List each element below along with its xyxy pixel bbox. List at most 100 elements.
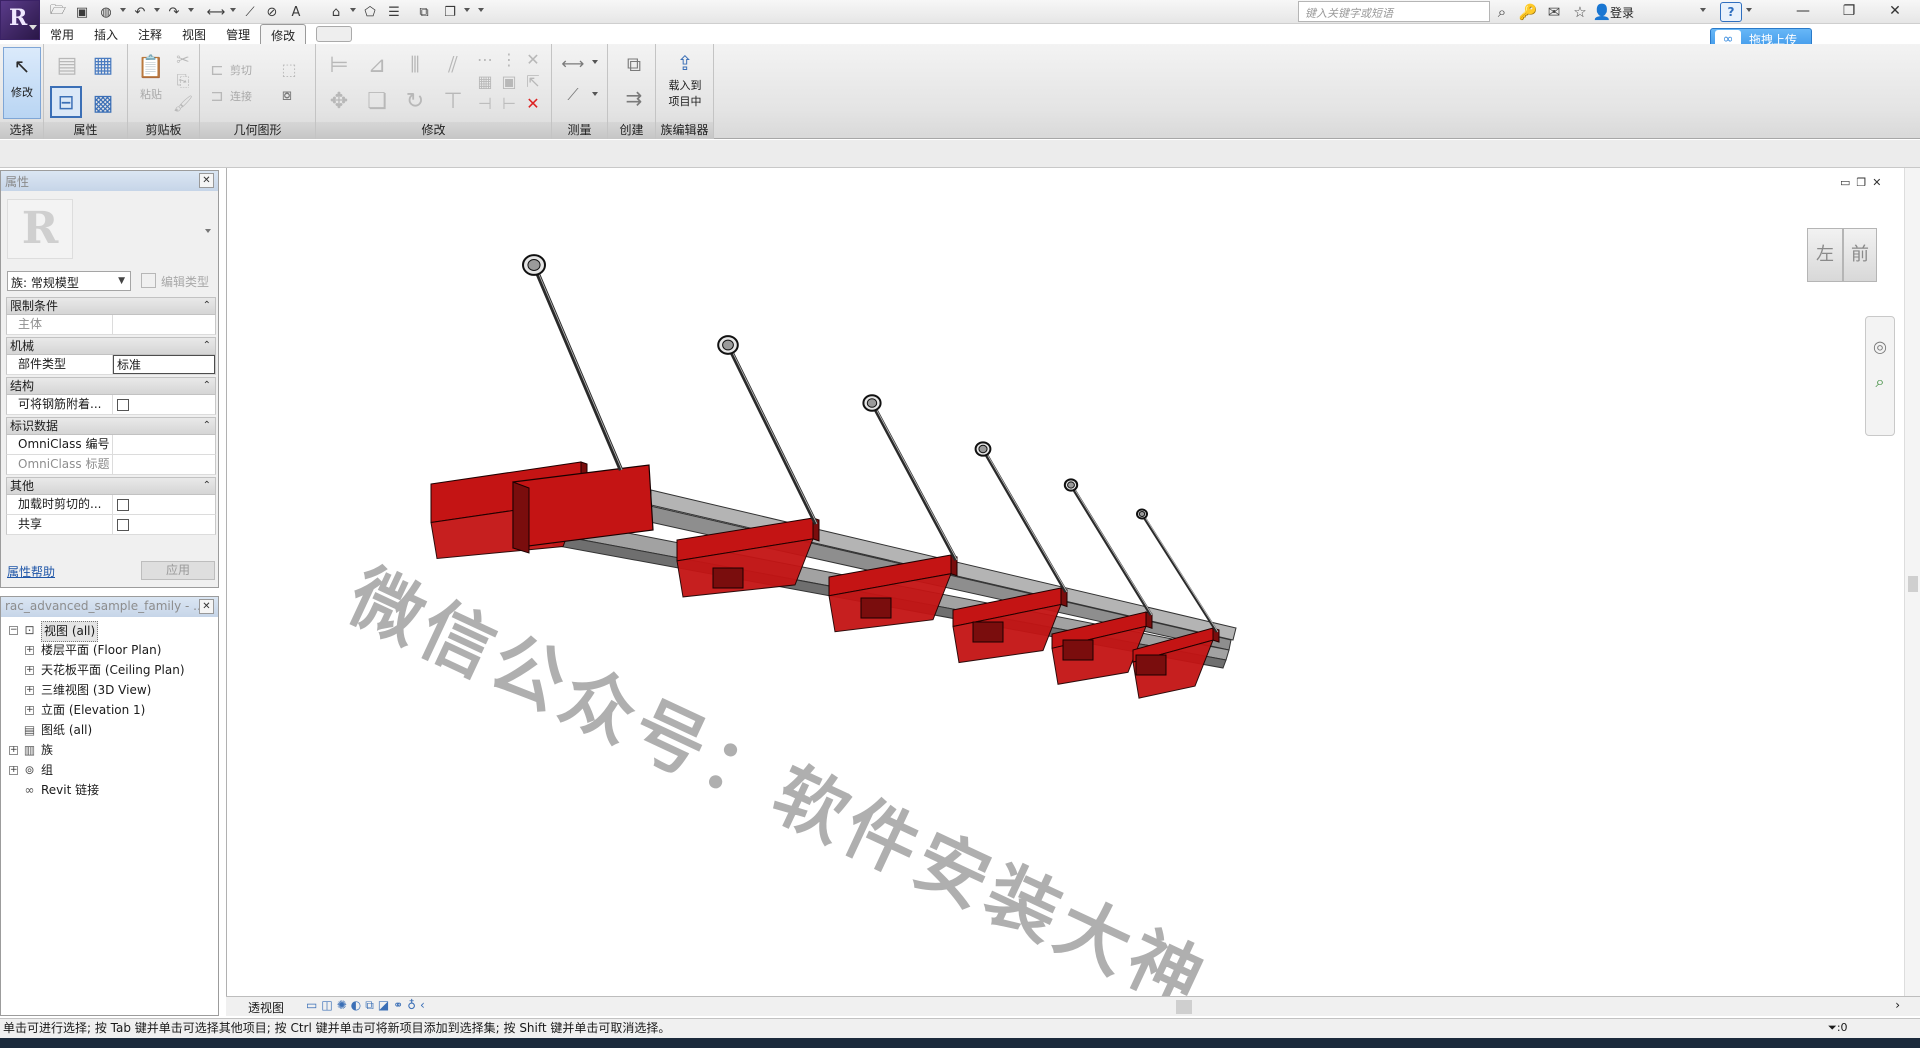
rotate-icon[interactable]: ↻: [400, 86, 430, 116]
chevron-down-icon[interactable]: [154, 8, 160, 12]
scroll-right-icon[interactable]: ›: [1895, 998, 1900, 1012]
cut-with-voids-checkbox[interactable]: [117, 499, 129, 511]
cut-geometry-icon[interactable]: ⊏: [206, 58, 228, 80]
close-icon[interactable]: ✕: [199, 173, 214, 188]
help-icon[interactable]: ?: [1720, 2, 1742, 22]
favorites-icon[interactable]: ☆: [1570, 2, 1590, 22]
modify-button[interactable]: ↖ 修改: [3, 47, 41, 119]
split-gap-icon[interactable]: ⋮: [498, 48, 520, 70]
user-icon[interactable]: 👤: [1592, 2, 1612, 22]
chevron-down-icon[interactable]: [592, 60, 598, 64]
scale-icon[interactable]: ▣: [498, 70, 520, 92]
customize-icon[interactable]: [478, 8, 484, 12]
group-header[interactable]: 机械 ⌃: [6, 337, 216, 355]
apply-button[interactable]: 应用: [141, 561, 215, 580]
properties-help-link[interactable]: 属性帮助: [7, 563, 55, 580]
delete-icon[interactable]: ✕: [522, 92, 544, 114]
collapse-icon[interactable]: ⌃: [203, 478, 211, 494]
tab-insert[interactable]: 插入: [84, 24, 128, 44]
selection-filter[interactable]: ⏷:0: [1828, 1019, 1848, 1037]
copy-element-icon[interactable]: ❏: [362, 86, 392, 116]
undo-icon[interactable]: ↶: [130, 2, 150, 22]
wall-joins-icon[interactable]: ⬚: [278, 58, 300, 80]
dimension-icon[interactable]: ⟋: [240, 2, 260, 22]
view-control-icons[interactable]: ▭◫✺◐⧉◪⚭♁‹: [306, 998, 429, 1013]
subscription-icon[interactable]: 🔑: [1518, 2, 1538, 22]
align-icon[interactable]: ⊨: [324, 50, 354, 80]
expand-icon[interactable]: +: [25, 686, 34, 695]
split-face-icon[interactable]: ⧇: [276, 84, 298, 106]
split-element-icon[interactable]: ⋯: [474, 48, 496, 70]
chevron-down-icon[interactable]: [120, 8, 126, 12]
chevron-down-icon[interactable]: [592, 92, 598, 96]
viewcube[interactable]: 左 前: [1807, 226, 1879, 286]
pin-icon[interactable]: ⇱: [522, 70, 544, 92]
collapse-icon[interactable]: ⌃: [203, 338, 211, 354]
type-preview-image[interactable]: R: [7, 199, 73, 259]
drawing-area[interactable]: ▭❐✕ 微信公众号：软件安装大神 左 前 ◎ ⌕: [226, 168, 1920, 1025]
vertical-scrollbar[interactable]: [1904, 168, 1920, 996]
steering-wheel-icon[interactable]: ◎: [1869, 335, 1891, 357]
redo-icon[interactable]: ↷: [164, 2, 184, 22]
mirror-axis-icon[interactable]: ⫴: [400, 50, 430, 80]
trim-extend-icon[interactable]: ⊤: [438, 86, 468, 116]
3d-view-icon[interactable]: ⌂: [326, 2, 346, 22]
tab-home[interactable]: 常用: [40, 24, 84, 44]
family-types-icon[interactable]: ▤: [52, 50, 82, 80]
horizontal-scroll-thumb[interactable]: [1176, 1000, 1192, 1014]
shared-checkbox[interactable]: [117, 519, 129, 531]
tab-modify[interactable]: 修改: [260, 24, 307, 44]
text-icon[interactable]: A: [286, 2, 306, 22]
viewcube-front-face[interactable]: 前: [1843, 228, 1877, 282]
collapse-icon[interactable]: ⌃: [203, 298, 211, 314]
detail-level-icon[interactable]: ▭: [306, 998, 321, 1012]
viewcube-left-face[interactable]: 左: [1807, 228, 1843, 282]
cut-icon[interactable]: ✂: [172, 48, 194, 70]
render-icon[interactable]: ⧉: [365, 998, 378, 1012]
unpin-icon[interactable]: ✕: [522, 48, 544, 70]
tab-annotate[interactable]: 注释: [128, 24, 172, 44]
measure-icon[interactable]: ⟷: [206, 2, 226, 22]
thin-lines-icon[interactable]: ☰: [384, 2, 404, 22]
tab-manage[interactable]: 管理: [216, 24, 260, 44]
chevron-down-icon[interactable]: [1700, 8, 1706, 12]
reveal-hidden-icon[interactable]: ♁: [407, 998, 420, 1012]
family-category-icon[interactable]: ▦: [88, 50, 118, 80]
group-header[interactable]: 限制条件 ⌃: [6, 297, 216, 315]
login-button[interactable]: 登录: [1610, 4, 1634, 21]
minimize-icon[interactable]: —: [1780, 0, 1826, 22]
group-header[interactable]: 结构 ⌃: [6, 377, 216, 395]
trim-multiple-icon[interactable]: ⊢: [498, 92, 520, 114]
move-icon[interactable]: ✥: [324, 86, 354, 116]
offset-icon[interactable]: ⊿: [362, 50, 392, 80]
restore-icon[interactable]: ❐: [1826, 0, 1872, 22]
array-icon[interactable]: ▦: [474, 70, 496, 92]
measure-between-icon[interactable]: ⟷: [558, 52, 588, 74]
aligned-dimension-icon[interactable]: ⟋: [558, 84, 588, 106]
close-icon[interactable]: ✕: [1872, 0, 1918, 22]
expand-icon[interactable]: +: [25, 646, 34, 655]
collapse-icon[interactable]: −: [9, 626, 18, 635]
copy-icon[interactable]: ⎘: [172, 70, 194, 92]
join-geometry-icon[interactable]: ⊐: [206, 84, 228, 106]
expand-icon[interactable]: +: [9, 766, 18, 775]
visual-style-icon[interactable]: ◫: [321, 998, 336, 1012]
rebar-host-checkbox[interactable]: [117, 399, 129, 411]
part-type-field[interactable]: 标准: [113, 355, 215, 374]
section-icon[interactable]: ⬠: [360, 2, 380, 22]
hide-isolate-icon[interactable]: ⚭: [393, 998, 407, 1012]
match-type-icon[interactable]: 🖌: [172, 92, 194, 114]
edit-type-button[interactable]: 编辑类型: [137, 270, 215, 292]
sun-path-icon[interactable]: ✺: [337, 998, 351, 1012]
family-select[interactable]: 族: 常规模型 ▼: [7, 271, 131, 291]
group-header[interactable]: 其他 ⌃: [6, 477, 216, 495]
save-icon[interactable]: ▣: [72, 2, 92, 22]
scroll-left-icon[interactable]: ‹: [420, 998, 429, 1012]
collapse-icon[interactable]: ⌃: [203, 418, 211, 434]
collapse-icon[interactable]: ⌃: [203, 378, 211, 394]
sync-icon[interactable]: ◍: [96, 2, 116, 22]
chevron-down-icon[interactable]: [350, 8, 356, 12]
trim-single-icon[interactable]: ⊣: [474, 92, 496, 114]
application-menu-button[interactable]: R: [0, 0, 40, 40]
crop-view-icon[interactable]: ◪: [378, 998, 393, 1012]
